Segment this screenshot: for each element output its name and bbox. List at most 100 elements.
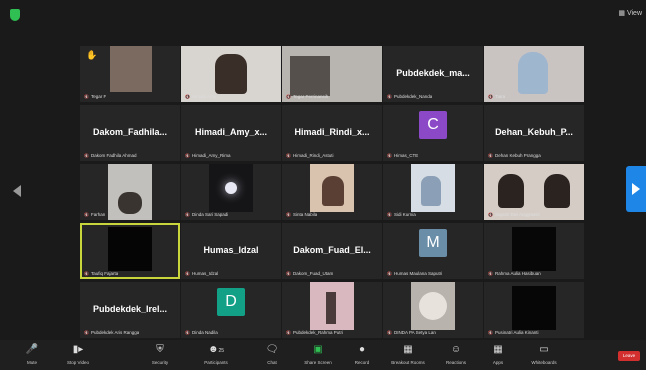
apps-button[interactable]: ▦ Apps [478,343,518,365]
participant-display-name: Himadi_Rindi_x... [294,127,370,137]
participant-name: Sinta Nabila [286,212,317,217]
breakout-rooms-button[interactable]: ▦ Breakout Rooms [388,343,428,365]
record-button[interactable]: ● Record [342,343,382,365]
participant-name: Dinda Nadila [185,330,218,335]
video-camera-icon: ▮▸ [72,344,84,355]
share-screen-icon: ▣ [313,344,323,355]
avatar: M [419,229,447,257]
participant-name: Tegar Perrinansih [286,94,328,99]
participant-name: Saputri Dwi Anggraeni [488,212,540,217]
chat-bubble-icon: 🗨 [265,344,279,355]
participant-tile[interactable]: Humas_Idzal Humas_Idzal [181,223,281,279]
participant-name: Rahma Aulia Hasibuan [488,271,541,276]
chat-button[interactable]: 🗨 Chat [252,343,292,365]
participant-tile[interactable]: Himadi_Amy_x... Himadi_Amy_Rima [181,105,281,161]
participant-display-name: Humas_Idzal [203,245,259,255]
participant-tile[interactable]: Pubdekdek_Rahma Putri [282,282,382,338]
participant-tile[interactable]: Himadi Amy ... [181,46,281,102]
participant-tile[interactable]: Pubdekdek_Irel... Pubdekdek Aris Rangga [80,282,180,338]
participant-video [225,182,237,194]
participants-button[interactable]: ☻25 Participants [196,343,236,365]
raised-hand-icon: ✋ [86,50,98,60]
participant-tile[interactable]: Tiara [484,46,584,102]
participant-tile[interactable]: Rahma Aulia Hasibuan [484,223,584,279]
participant-name: Humas_Idzal [185,271,218,276]
participant-display-name: Pubdekdek_ma... [396,68,470,78]
participant-video [512,227,556,271]
participant-tile[interactable]: DINDA PA Setya Lan [383,282,483,338]
participant-name: Tegar F [84,94,106,99]
participant-tile[interactable]: M Humas Maulana Saputri [383,223,483,279]
record-icon: ● [358,344,366,355]
participant-name: Himadi_Rindi_Astuti [286,153,334,158]
participant-tile[interactable]: C Himas_CTE [383,105,483,161]
leave-button[interactable]: Leave [618,351,640,361]
participant-name: Himas_CTE [387,153,418,158]
participant-name: Himadi Amy ... [185,94,221,99]
participant-tile[interactable]: Farhan [80,164,180,220]
microphone-icon: 🎤 [25,344,39,355]
participant-name: DINDA PA Setya Lan [387,330,436,335]
participant-tile[interactable]: D Dinda Nadila [181,282,281,338]
active-speaker-tile[interactable]: Taufiq Fajarta [80,223,180,279]
share-screen-button[interactable]: ▣ Share Screen [298,343,338,365]
breakout-rooms-icon: ▦ [403,344,413,355]
whiteboard-icon: ▭ [539,344,549,355]
participant-tile[interactable]: Tegar Perrinansih [282,46,382,102]
meeting-toolbar: 🎤 Mute ▮▸ Stop Video ⛨ Security ☻25 Part… [0,340,646,370]
participant-tile[interactable]: Himadi_Rindi_x... Himadi_Rindi_Astuti [282,105,382,161]
participant-name: Sidi Kurnia [387,212,416,217]
reactions-button[interactable]: ☺ Reactions [436,343,476,365]
smiley-icon: ☺ [450,344,462,355]
participant-video [290,56,330,96]
gallery-grid: ✋ Tegar F Himadi Amy ... Tegar Perrinans… [80,46,584,338]
participant-video [544,174,570,208]
participant-video [118,192,142,214]
participant-name: Dakom Fadhila Ahmad [84,153,137,158]
stop-video-button[interactable]: ▮▸ Stop Video [58,343,98,365]
participant-tile[interactable]: Sinta Nabila [282,164,382,220]
participant-tile[interactable]: Saputri Dwi Anggraeni [484,164,584,220]
participant-name: Farhan [84,212,105,217]
participant-video [108,227,152,271]
participant-name: Himadi_Amy_Rima [185,153,231,158]
participants-icon: ☻25 [207,344,225,355]
participant-display-name: Dakom_Fuad_El... [293,245,371,255]
apps-icon: ▦ [493,344,503,355]
participant-tile[interactable]: Pusinatri Aulia Kinanti [484,282,584,338]
participant-tile[interactable]: Dinda Sari Sapadi [181,164,281,220]
participant-name: Dakom_Fuad_Utam [286,271,333,276]
participant-tile[interactable]: Dehan_Kebuh_P... Dehan Kebuh Prangga [484,105,584,161]
participant-video [518,52,548,94]
participant-name: Taufiq Fajarta [84,271,118,276]
next-page-arrow-icon[interactable] [626,166,646,212]
whiteboards-button[interactable]: ▭ Whiteboards [524,343,564,365]
participant-name: Humas Maulana Saputri [387,271,442,276]
mute-button[interactable]: 🎤 Mute [12,343,52,365]
shield-icon[interactable] [10,9,20,21]
participant-name: Dinda Sari Sapadi [185,212,228,217]
view-button[interactable]: ▦ View [618,9,642,17]
participants-count: 25 [218,348,225,354]
previous-page-arrow-icon[interactable] [10,182,26,200]
participant-video [498,174,524,208]
participant-display-name: Dakom_Fadhila... [92,127,168,137]
participant-display-name: Dehan_Kebuh_P... [495,127,573,137]
participant-display-name: Himadi_Amy_x... [194,127,268,137]
participant-tile[interactable]: Sidi Kurnia [383,164,483,220]
participant-video [110,46,152,92]
participant-video [322,176,344,206]
participant-name: Tiara [488,94,505,99]
participant-video [419,292,447,320]
participant-video [326,292,336,324]
participant-tile[interactable]: Dakom_Fuad_El... Dakom_Fuad_Utam [282,223,382,279]
participant-name: Pusinatri Aulia Kinanti [488,330,539,335]
participant-video [512,286,556,330]
participant-tile[interactable]: ✋ Tegar F [80,46,180,102]
participant-video [421,176,441,206]
avatar: D [217,288,245,316]
top-bar: ▦ View [0,0,646,30]
security-button[interactable]: ⛨ Security [140,343,180,365]
participant-tile[interactable]: Dakom_Fadhila... Dakom Fadhila Ahmad [80,105,180,161]
participant-tile[interactable]: Pubdekdek_ma... Pubdekdek_Nanda [383,46,483,102]
